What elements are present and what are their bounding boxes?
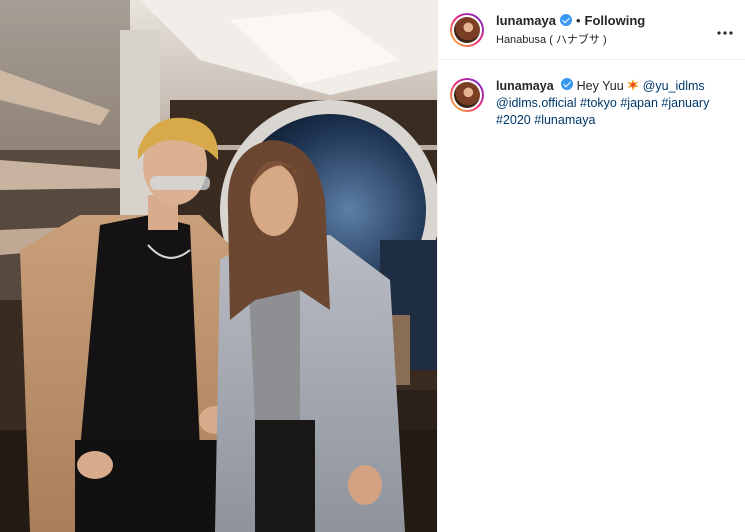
caption: lunamaya Hey Yuu @yu_idlms @idlms.offici…: [438, 60, 745, 147]
more-options-icon[interactable]: [717, 19, 733, 40]
avatar-image: [454, 16, 480, 43]
mention-link[interactable]: @idlms.official: [496, 96, 577, 110]
separator-dot: •: [575, 12, 581, 28]
hashtag-link[interactable]: #japan: [620, 96, 658, 110]
post-sidebar: lunamaya • Following Hanabusa ( ハナブサ ) l…: [437, 0, 745, 532]
verified-badge-icon: [561, 78, 574, 90]
hashtag-link[interactable]: #lunamaya: [534, 113, 595, 127]
avatar[interactable]: [450, 12, 484, 47]
collision-emoji-icon: [627, 79, 640, 91]
instagram-post: lunamaya • Following Hanabusa ( ハナブサ ) l…: [0, 0, 745, 532]
post-header: lunamaya • Following Hanabusa ( ハナブサ ): [438, 0, 745, 60]
following-button[interactable]: Following: [585, 13, 646, 28]
caption-avatar[interactable]: [450, 78, 484, 112]
location-link[interactable]: Hanabusa ( ハナブサ ): [496, 31, 717, 47]
caption-username-link[interactable]: lunamaya: [496, 79, 554, 93]
username-link[interactable]: lunamaya: [496, 13, 556, 28]
hashtag-link[interactable]: #tokyo: [580, 96, 617, 110]
post-meta: lunamaya • Following Hanabusa ( ハナブサ ): [496, 13, 717, 47]
hashtag-link[interactable]: #january: [661, 96, 709, 110]
caption-text: lunamaya Hey Yuu @yu_idlms @idlms.offici…: [496, 78, 728, 129]
hashtag-link[interactable]: #2020: [496, 113, 531, 127]
caption-body: Hey Yuu: [576, 79, 624, 93]
verified-badge-icon: [559, 14, 572, 26]
mention-link[interactable]: @yu_idlms: [643, 79, 705, 93]
post-photo[interactable]: [0, 0, 437, 532]
photo-illustration: [0, 0, 437, 532]
